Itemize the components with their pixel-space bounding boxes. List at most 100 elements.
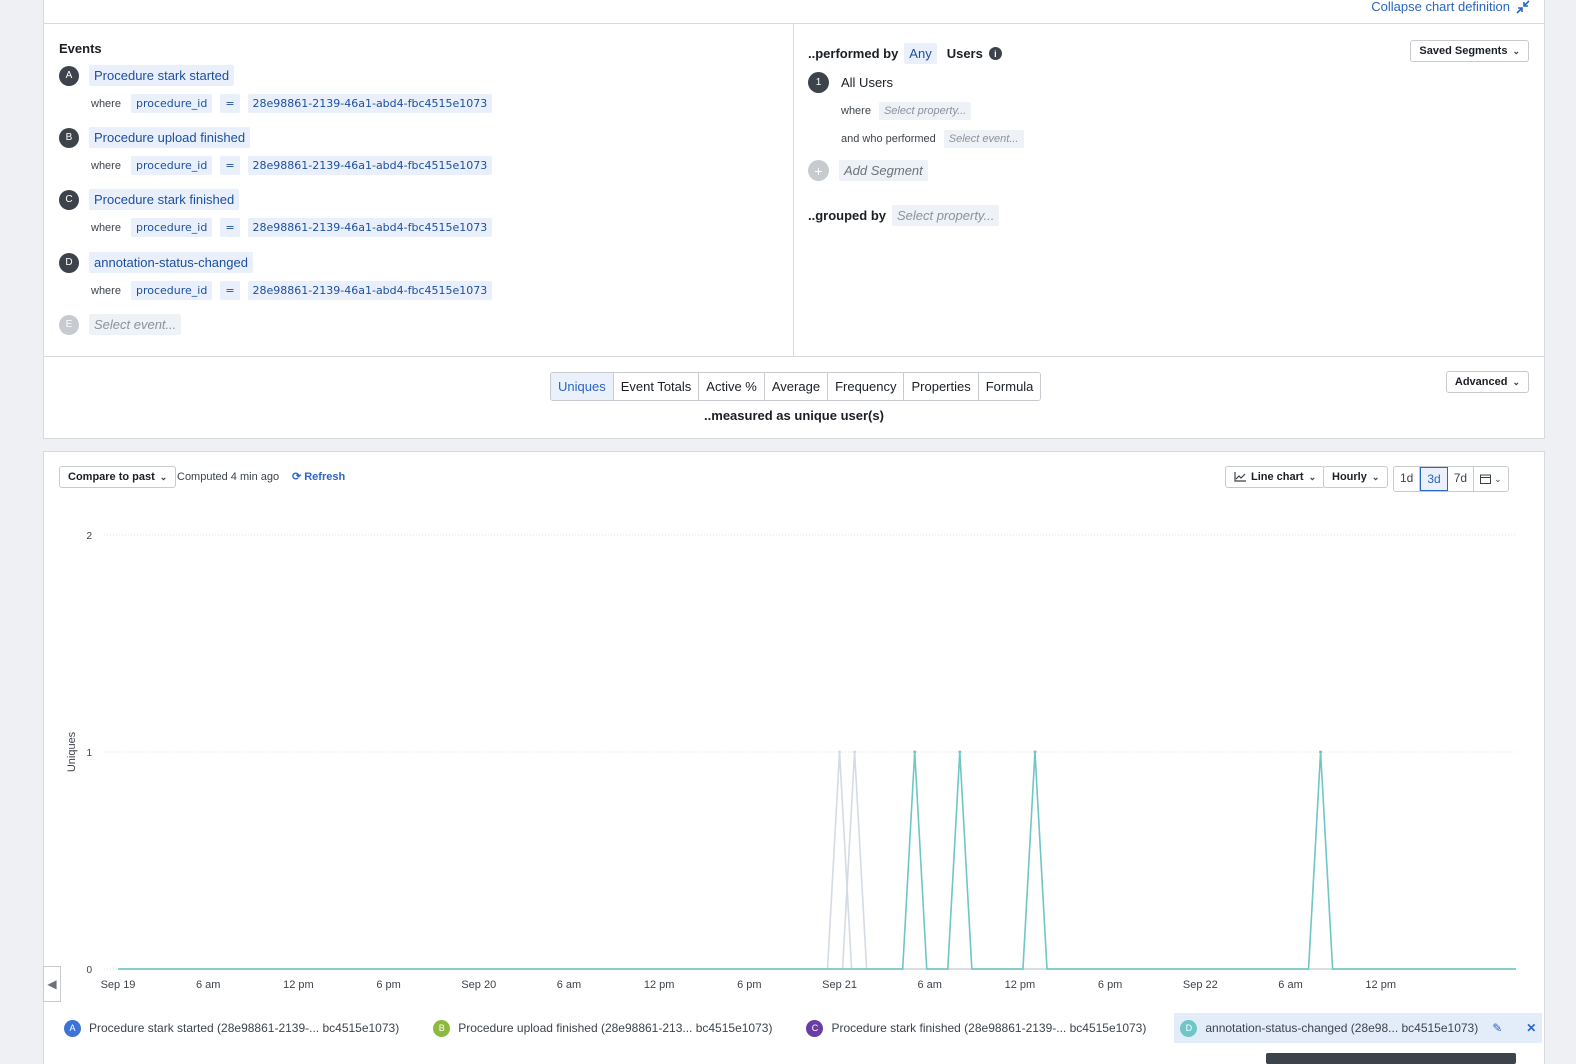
x-tick-label: 12 pm	[1005, 979, 1036, 991]
line-chart: 0 1 2 Uniques Sep 19 6 am 12 pm 6 pm Sep 20 6 am 1…	[66, 531, 1516, 991]
where-label: where	[841, 105, 871, 117]
collapse-chart-definition-link[interactable]: Collapse chart definition	[1371, 0, 1530, 14]
select-property-input[interactable]: Select property...	[878, 102, 972, 120]
measure-tabs: Uniques Event Totals Active % Average Fr…	[550, 372, 1042, 401]
filter-operator[interactable]: =	[220, 281, 240, 300]
chart-toolbar: Compare to past ⌄ Computed 4 min ago ⟳ R…	[44, 452, 1544, 504]
filter-value[interactable]: 28e98861-2139-46a1-abd4-fbc4515e1073	[247, 156, 493, 175]
event-row-c: C Procedure stark finished	[59, 189, 240, 210]
any-selector[interactable]: Any	[904, 43, 937, 64]
filter-value[interactable]: 28e98861-2139-46a1-abd4-fbc4515e1073	[247, 281, 493, 300]
filter-operator[interactable]: =	[220, 94, 240, 113]
add-segment-row[interactable]: + Add Segment	[808, 160, 928, 181]
tab-properties[interactable]: Properties	[904, 373, 979, 400]
saved-segments-dropdown[interactable]: Saved Segments ⌄	[1410, 40, 1529, 62]
filter-property[interactable]: procedure_id	[130, 218, 213, 237]
event-name[interactable]: Procedure stark finished	[89, 189, 240, 210]
filter-property[interactable]: procedure_id	[130, 156, 213, 175]
advanced-dropdown[interactable]: Advanced ⌄	[1445, 371, 1529, 393]
tab-event-totals[interactable]: Event Totals	[613, 373, 700, 400]
event-name[interactable]: annotation-status-changed	[89, 252, 253, 273]
interval-label: Hourly	[1332, 471, 1367, 483]
filter-value[interactable]: 28e98861-2139-46a1-abd4-fbc4515e1073	[247, 218, 493, 237]
refresh-icon: ⟳	[292, 471, 302, 483]
legend-label: Procedure stark started (28e98861-2139-.…	[89, 1021, 400, 1035]
tab-active-percent[interactable]: Active %	[699, 373, 765, 400]
compare-to-past-dropdown[interactable]: Compare to past ⌄	[59, 466, 177, 488]
series-line	[118, 751, 1516, 970]
measure-section: Uniques Event Totals Active % Average Fr…	[44, 356, 1544, 438]
segment-name[interactable]: All Users	[841, 75, 893, 90]
data-point	[913, 750, 917, 754]
calendar-dropdown[interactable]: ⌄	[1474, 467, 1508, 491]
data-point	[1033, 750, 1037, 754]
scroll-left-button[interactable]: ◀	[43, 966, 61, 1002]
x-tick-label: 12 pm	[1365, 979, 1396, 991]
where-label: where	[91, 159, 121, 172]
range-7d[interactable]: 7d	[1447, 467, 1475, 491]
filter-operator[interactable]: =	[220, 156, 240, 175]
chevron-down-icon: ⌄	[159, 471, 168, 482]
legend-dot: C	[806, 1019, 824, 1037]
event-letter-badge: B	[59, 127, 79, 148]
x-tick-label: Sep 22	[1183, 979, 1218, 991]
group-by-property-input[interactable]: Select property...	[892, 205, 1000, 226]
x-tick-label: 12 pm	[283, 979, 314, 991]
x-tick-label: 6 am	[918, 979, 942, 991]
saved-segments-label: Saved Segments	[1419, 45, 1508, 57]
filter-property[interactable]: procedure_id	[130, 281, 213, 300]
tab-frequency[interactable]: Frequency	[828, 373, 905, 400]
info-icon[interactable]: i	[988, 47, 1002, 60]
event-name[interactable]: Procedure stark started	[89, 65, 235, 86]
legend-item-a[interactable]: A Procedure stark started (28e98861-2139…	[58, 1013, 405, 1043]
chevron-down-icon: ⌄	[1512, 376, 1520, 387]
segment-where-row: where Select property...	[841, 102, 972, 120]
range-1d[interactable]: 1d	[1394, 467, 1421, 491]
data-point	[838, 750, 842, 754]
event-letter-badge: C	[59, 189, 79, 210]
tab-uniques[interactable]: Uniques	[551, 373, 614, 400]
scrollbar[interactable]	[1266, 1053, 1516, 1064]
legend-item-c[interactable]: C Procedure stark finished (28e98861-213…	[800, 1013, 1152, 1043]
legend-item-d[interactable]: D annotation-status-changed (28e98... bc…	[1174, 1013, 1543, 1043]
line-chart-icon	[1234, 472, 1246, 482]
chart-type-dropdown[interactable]: Line chart ⌄	[1225, 466, 1326, 488]
tab-formula[interactable]: Formula	[978, 373, 1041, 400]
advanced-label: Advanced	[1454, 376, 1508, 388]
collapse-label: Collapse chart definition	[1371, 0, 1510, 14]
chart-panel: Compare to past ⌄ Computed 4 min ago ⟳ R…	[43, 451, 1545, 1064]
performed-label: and who performed	[841, 133, 936, 145]
select-event-input[interactable]: Select event...	[943, 130, 1024, 148]
chevron-down-icon: ⌄	[1494, 473, 1502, 484]
legend-label: Procedure stark finished (28e98861-2139-…	[831, 1021, 1147, 1035]
x-tick-label: 6 pm	[1098, 979, 1122, 991]
grouped-by-row: ..grouped by Select property...	[808, 205, 1000, 226]
y-tick-label: 1	[86, 748, 92, 759]
x-tick-label: 6 pm	[376, 979, 400, 991]
filter-value[interactable]: 28e98861-2139-46a1-abd4-fbc4515e1073	[247, 94, 493, 113]
event-row-empty: E Select event...	[59, 314, 182, 335]
event-filter-row: where procedure_id = 28e98861-2139-46a1-…	[91, 218, 493, 237]
collapse-icon	[1516, 0, 1530, 14]
filter-operator[interactable]: =	[220, 218, 240, 237]
legend-label: annotation-status-changed (28e98... bc45…	[1205, 1021, 1479, 1035]
close-icon[interactable]: ✕	[1526, 1021, 1536, 1035]
select-event-input[interactable]: Select event...	[89, 314, 182, 335]
chevron-down-icon: ⌄	[1308, 471, 1317, 482]
compare-label: Compare to past	[68, 471, 155, 483]
caret-left-icon: ◀	[47, 977, 57, 991]
filter-property[interactable]: procedure_id	[130, 94, 213, 113]
pencil-icon[interactable]: ✎	[1492, 1021, 1502, 1035]
refresh-button[interactable]: ⟳ Refresh	[292, 470, 345, 484]
range-3d[interactable]: 3d	[1420, 467, 1448, 491]
legend-item-b[interactable]: B Procedure upload finished (28e98861-21…	[427, 1013, 778, 1043]
tab-average[interactable]: Average	[764, 373, 829, 400]
x-tick-label: 6 pm	[737, 979, 761, 991]
interval-dropdown[interactable]: Hourly ⌄	[1323, 466, 1389, 488]
legend-dot: D	[1180, 1019, 1198, 1037]
event-letter-badge: A	[59, 65, 79, 86]
plus-icon[interactable]: +	[808, 160, 829, 181]
event-row-d: D annotation-status-changed	[59, 252, 253, 273]
event-name[interactable]: Procedure upload finished	[89, 127, 251, 148]
add-segment-button[interactable]: Add Segment	[839, 160, 928, 181]
